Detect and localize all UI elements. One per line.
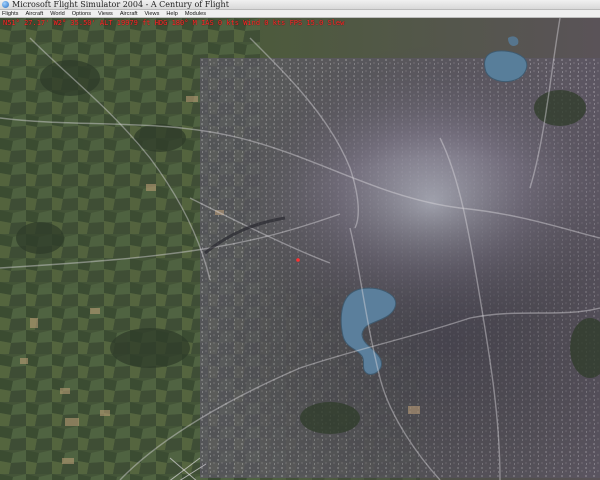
menu-views-2[interactable]: Views [145,10,160,18]
menu-options[interactable]: Options [72,10,91,18]
aerial-scenery-view[interactable] [0,18,600,480]
simulator-window: Microsoft Flight Simulator 2004 - A Cent… [0,0,600,480]
menu-modules[interactable]: Modules [185,10,206,18]
menu-aircraft-2[interactable]: Aircraft [120,10,138,18]
window-title: Microsoft Flight Simulator 2004 - A Cent… [12,0,229,9]
menu-bar: Flights Aircraft World Options Views Air… [0,10,600,18]
north-lake [484,50,528,83]
title-bar[interactable]: Microsoft Flight Simulator 2004 - A Cent… [0,0,600,10]
menu-views[interactable]: Views [98,10,113,18]
status-readout: N51° 27.17' W2° 35.50' ALT 19979 ft HDG … [3,19,345,27]
menu-world[interactable]: World [50,10,65,18]
app-icon[interactable] [2,1,9,8]
menu-aircraft[interactable]: Aircraft [25,10,43,18]
menu-help[interactable]: Help [166,10,178,18]
aircraft-position-marker [296,258,300,262]
menu-flights[interactable]: Flights [2,10,18,18]
